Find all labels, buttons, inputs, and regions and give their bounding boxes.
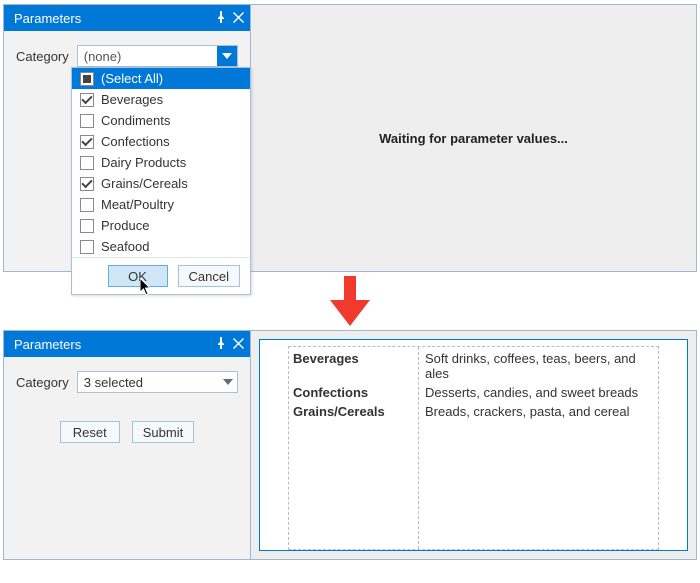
checkbox[interactable] [80,135,94,149]
pin-icon[interactable] [215,337,227,352]
report-description: Breads, crackers, pasta, and cereal [419,402,656,421]
dropdown-item-label: Condiments [101,113,170,128]
checkbox[interactable] [80,219,94,233]
category-combo[interactable]: (none) [77,45,238,67]
dropdown-item[interactable]: Beverages [72,89,250,110]
category-label: Category [16,375,69,390]
parameters-panel: Parameters Category 3 selected [4,331,251,559]
dropdown-item[interactable]: Meat/Poultry [72,194,250,215]
checkbox[interactable] [80,240,94,254]
dropdown-item-label: Meat/Poultry [101,197,174,212]
checkbox[interactable] [80,114,94,128]
category-label: Category [16,49,69,64]
dropdown-item-label: Seafood [101,239,149,254]
dropdown-item[interactable]: Condiments [72,110,250,131]
panel-title: Parameters [14,337,215,352]
dropdown-item-label: Dairy Products [101,155,186,170]
report-description: Desserts, candies, and sweet breads [419,383,656,402]
combo-dropdown-button[interactable] [217,46,237,66]
submit-button[interactable]: Submit [132,421,194,443]
dropdown-item-label: Beverages [101,92,163,107]
panel-title: Parameters [14,11,215,26]
dropdown-item-label: Produce [101,218,149,233]
combo-value: 3 selected [84,375,219,390]
report-description: Soft drinks, coffees, teas, beers, and a… [419,349,656,383]
report-preview: Beverages Soft drinks, coffees, teas, be… [251,331,696,559]
dropdown-item[interactable]: Dairy Products [72,152,250,173]
combo-value: (none) [84,49,217,64]
select-all-label: (Select All) [101,71,163,86]
dropdown-item-label: Confections [101,134,170,149]
checkbox-indeterminate[interactable] [80,72,94,86]
dropdown-select-all[interactable]: (Select All) [72,68,250,89]
dropdown-item[interactable]: Grains/Cereals [72,173,250,194]
close-icon[interactable] [233,11,244,26]
close-icon[interactable] [233,337,244,352]
checkbox[interactable] [80,156,94,170]
preview-area: Waiting for parameter values... [251,5,696,271]
dropdown-item-label: Grains/Cereals [101,176,188,191]
pin-icon[interactable] [215,11,227,26]
dropdown-item[interactable]: Produce [72,215,250,236]
panel-header: Parameters [4,5,250,31]
ok-button[interactable]: OK [108,265,168,287]
checkbox[interactable] [80,177,94,191]
waiting-message: Waiting for parameter values... [251,5,696,271]
checkbox[interactable] [80,93,94,107]
dropdown-item[interactable]: Seafood [72,236,250,257]
report-page: Beverages Soft drinks, coffees, teas, be… [259,339,688,551]
panel-header: Parameters [4,331,250,357]
category-combo[interactable]: 3 selected [77,371,238,393]
combo-dropdown-button[interactable] [219,372,237,392]
category-dropdown: (Select All) Beverages Condiments Confec… [71,67,251,295]
cancel-button[interactable]: Cancel [178,265,240,287]
reset-button[interactable]: Reset [60,421,120,443]
dropdown-item[interactable]: Confections [72,131,250,152]
checkbox[interactable] [80,198,94,212]
